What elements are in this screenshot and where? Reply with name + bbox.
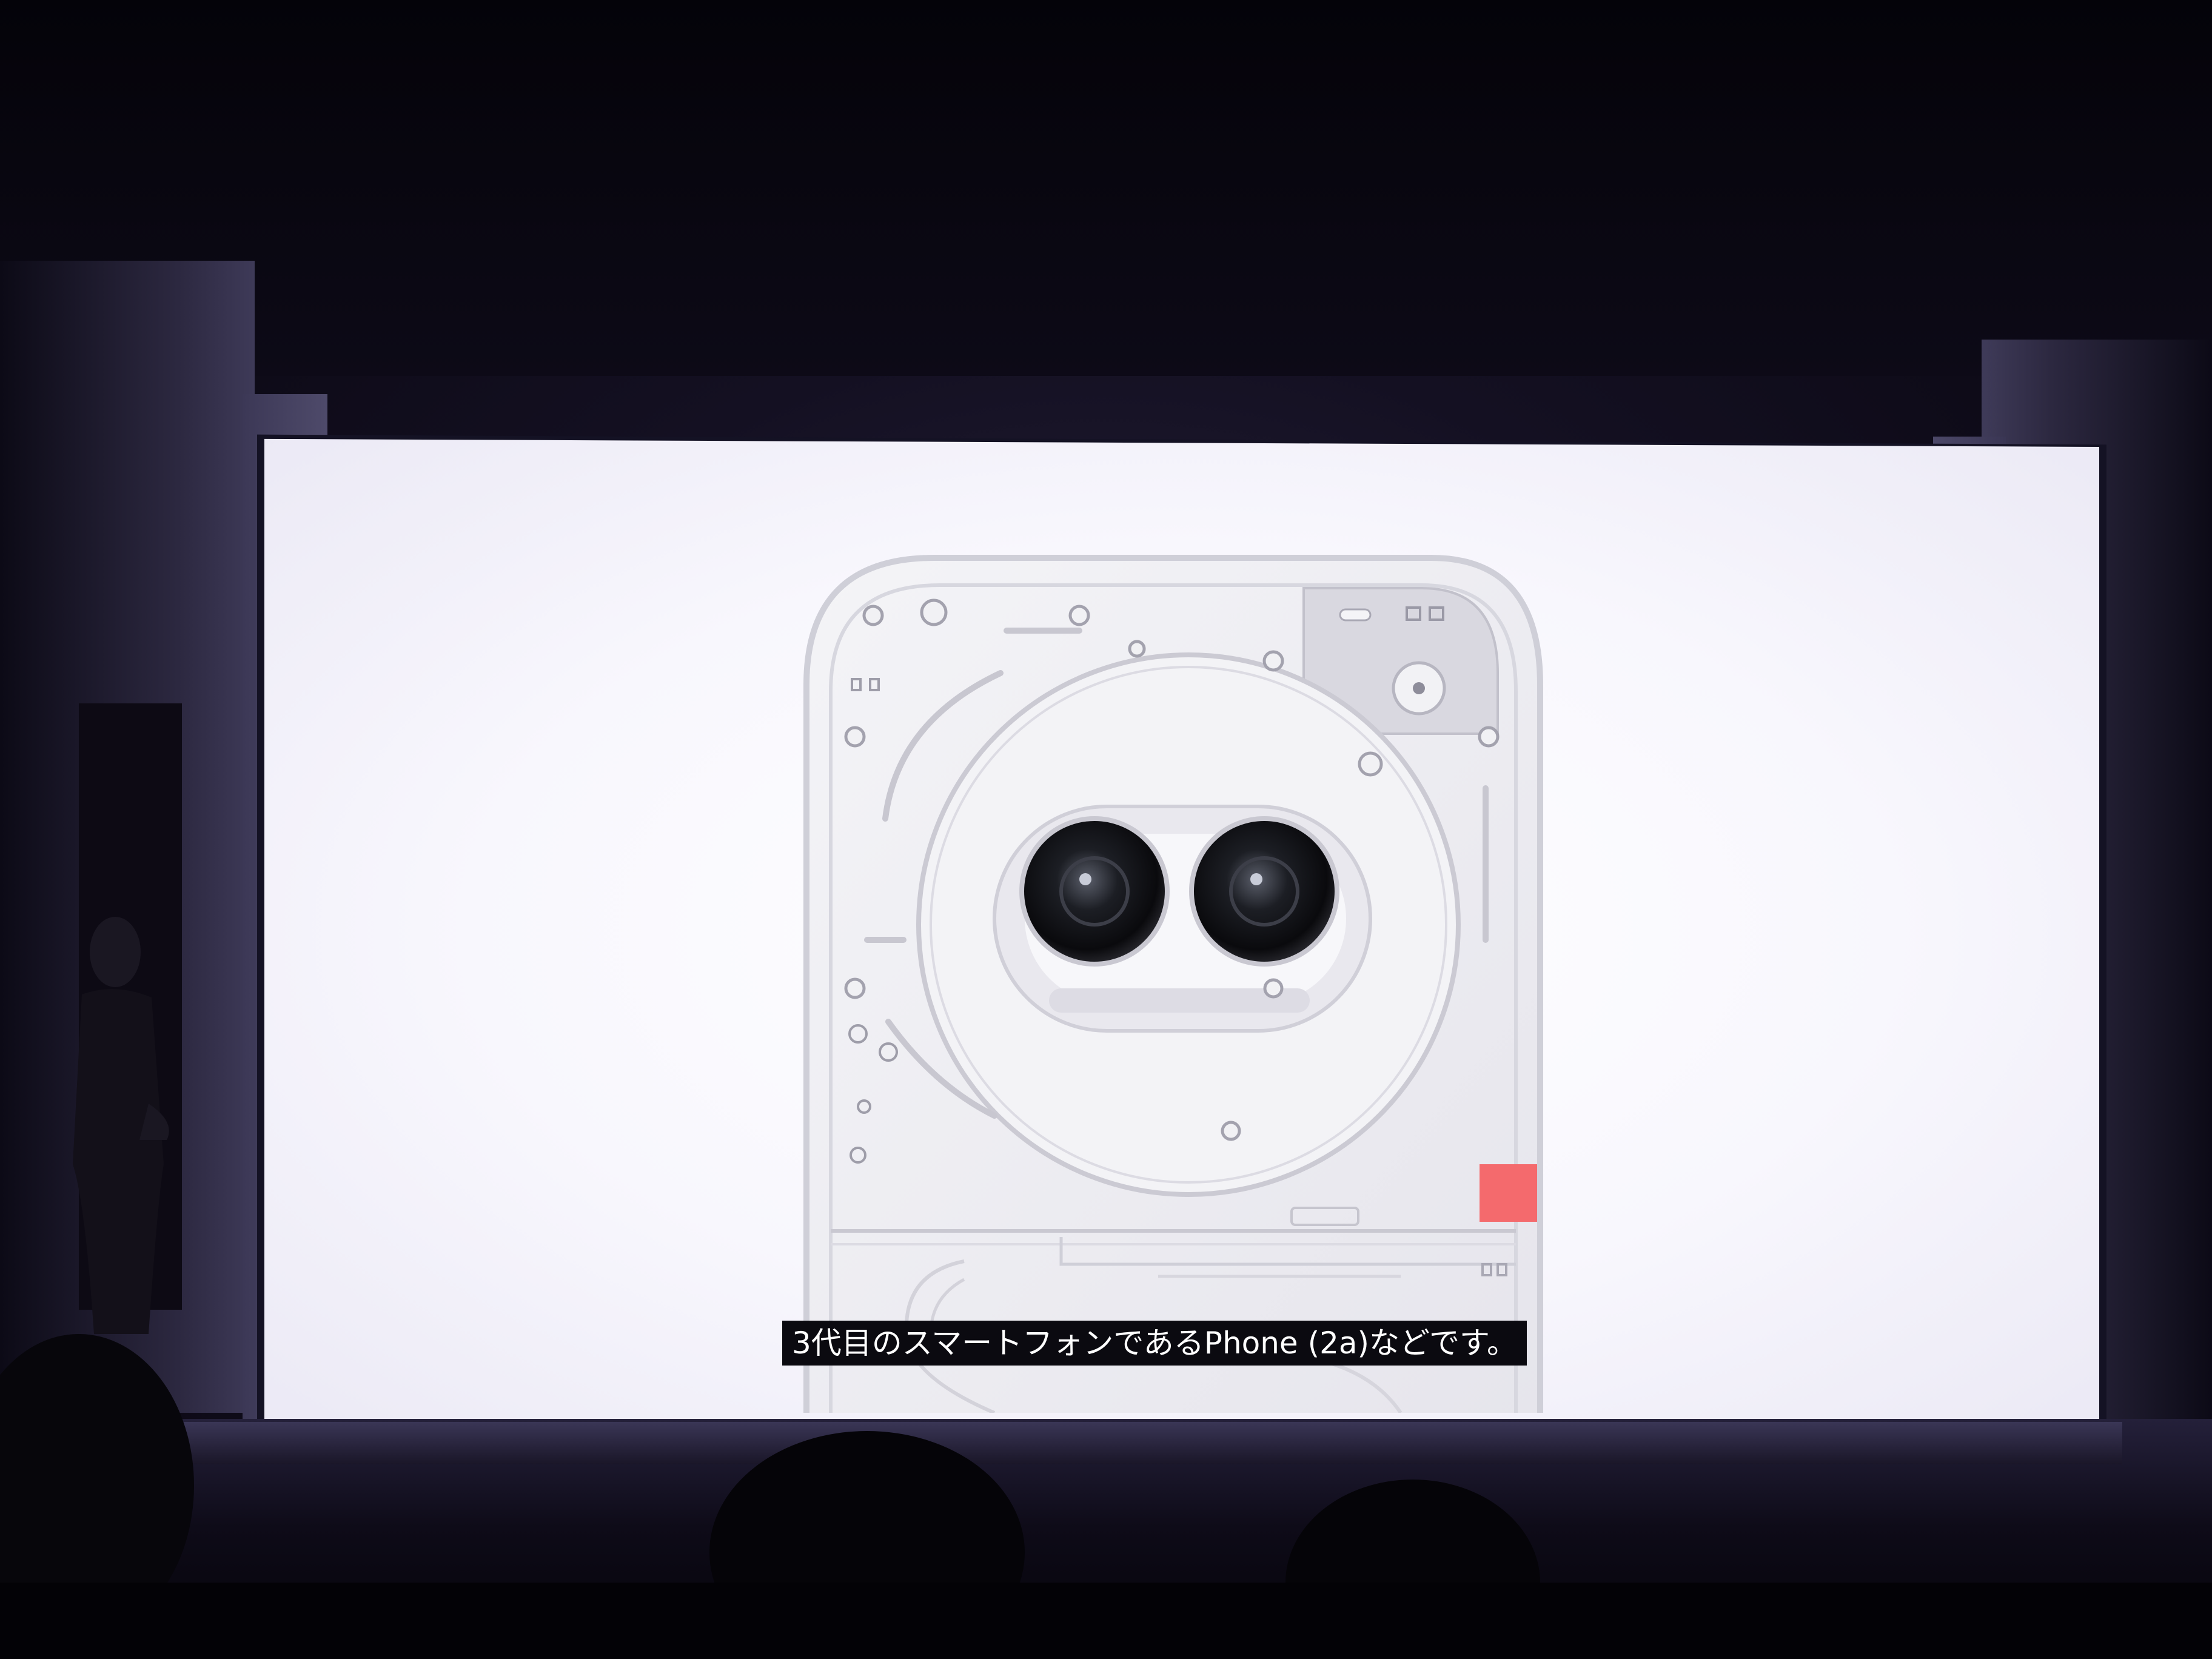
audience-silhouettes — [0, 1334, 2212, 1659]
presenter-silhouette — [73, 917, 169, 1334]
phone-rear-illustration — [803, 555, 1543, 1413]
presentation-scene: 3代目のスマートフォンであるPhone (2a)などです。 — [0, 0, 2212, 1659]
camera-lens-right — [1189, 816, 1339, 967]
theater-ceiling — [0, 0, 2212, 376]
red-square-icon — [1480, 1164, 1537, 1222]
dual-camera-module — [993, 805, 1372, 1033]
camera-lens-left — [1019, 816, 1170, 967]
